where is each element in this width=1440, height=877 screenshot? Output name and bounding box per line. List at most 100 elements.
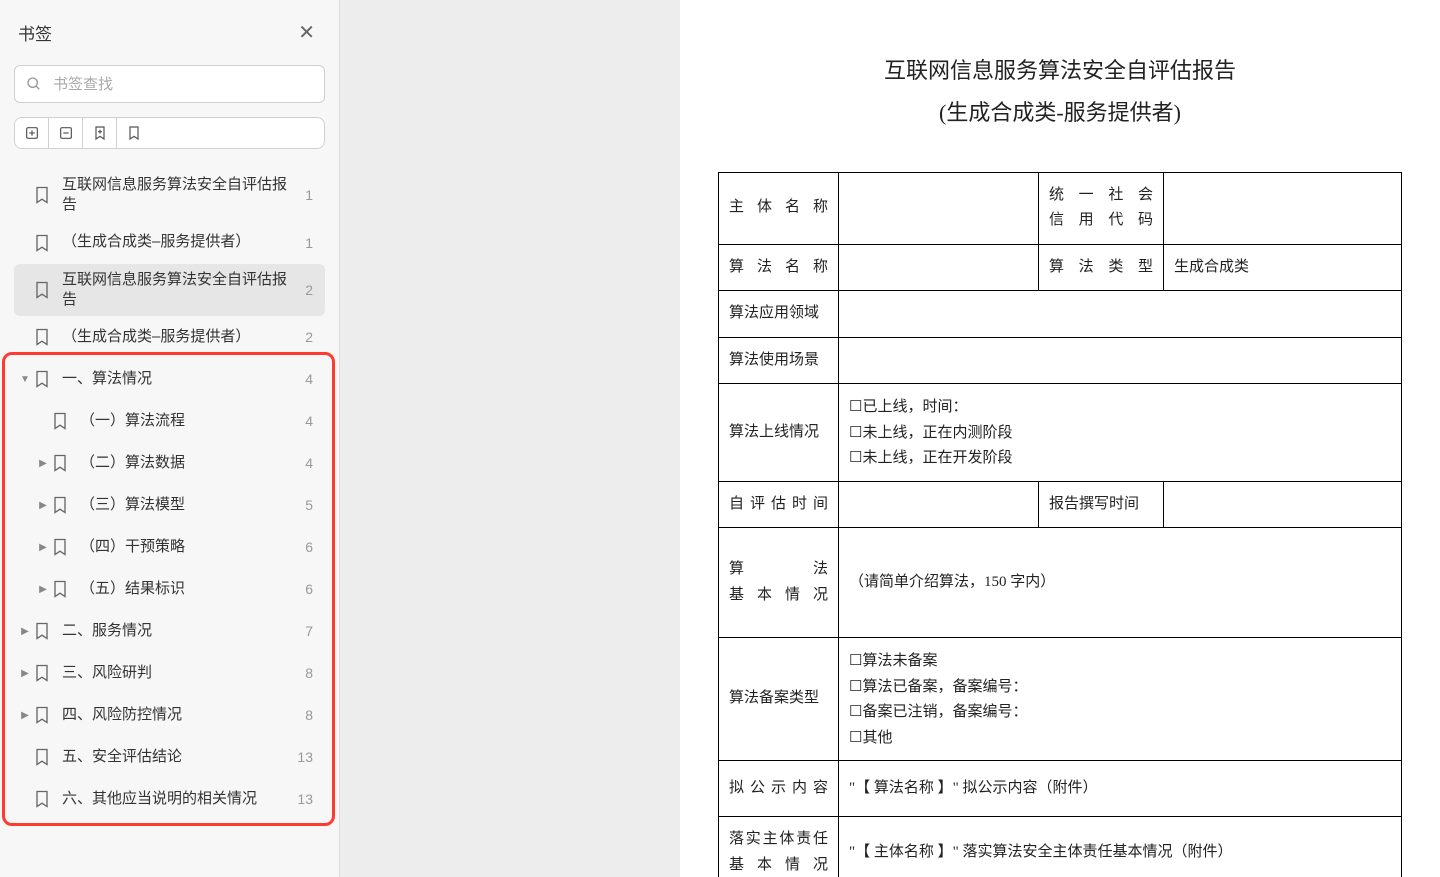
bookmark-item[interactable]: ▶ （二）算法数据4 bbox=[14, 442, 325, 484]
bookmark-icon bbox=[32, 185, 52, 205]
doc-title: 互联网信息服务算法安全自评估报告 (生成合成类-服务提供者) bbox=[718, 50, 1402, 134]
bookmark-page: 6 bbox=[299, 581, 319, 597]
chevron-icon[interactable]: ▶ bbox=[36, 584, 50, 595]
cell-alg-name: 算法名称 bbox=[719, 244, 839, 291]
cell-publish-content-value: "【 算法名称 】" 拟公示内容（附件） bbox=[839, 761, 1402, 817]
bookmark-item[interactable]: （生成合成类–服务提供者）1 bbox=[14, 222, 325, 264]
bookmark-label: （二）算法数据 bbox=[80, 453, 299, 473]
bookmark-label: 五、安全评估结论 bbox=[62, 747, 297, 767]
bookmark-icon bbox=[32, 233, 52, 253]
bookmark-label: （四）干预策略 bbox=[80, 537, 299, 557]
cell-alg-type: 算法类型 bbox=[1039, 244, 1164, 291]
bookmark-page: 4 bbox=[299, 413, 319, 429]
content-gutter bbox=[340, 0, 680, 877]
bookmark-item[interactable]: ▶（三）算法模型5 bbox=[14, 484, 325, 526]
search-input[interactable] bbox=[14, 65, 325, 103]
chevron-icon[interactable]: ▶ bbox=[18, 668, 32, 679]
bookmark-label: （生成合成类–服务提供者） bbox=[62, 327, 299, 347]
bookmark-item[interactable]: ▶ （四）干预策略6 bbox=[14, 526, 325, 568]
cell-online-status: 算法上线情况 bbox=[719, 384, 839, 482]
collapse-all-button[interactable] bbox=[49, 118, 83, 148]
bookmark-label: 六、其他应当说明的相关情况 bbox=[62, 789, 297, 809]
doc-title-line1: 互联网信息服务算法安全自评估报告 bbox=[718, 50, 1402, 92]
bookmark-item[interactable]: （一）算法流程4 bbox=[14, 400, 325, 442]
bookmark-icon bbox=[32, 621, 52, 641]
bookmark-icon bbox=[32, 663, 52, 683]
cell-credit-code: 统一社会 信用代码 bbox=[1039, 172, 1164, 244]
sidebar-title: 书签 bbox=[18, 20, 52, 45]
bookmark-icon bbox=[32, 705, 52, 725]
bookmark-item[interactable]: ▶三、风险研判8 bbox=[14, 652, 325, 694]
bookmark-page: 5 bbox=[299, 497, 319, 513]
bookmark-page: 4 bbox=[299, 371, 319, 387]
chevron-icon[interactable]: ▶ bbox=[36, 500, 50, 511]
cell-entity-name: 主体名称 bbox=[719, 172, 839, 244]
bookmark-label: （生成合成类–服务提供者） bbox=[62, 232, 299, 252]
form-table: 主体名称 统一社会 信用代码 算法名称 算法类型 生成合成类 算法应用领域 算法… bbox=[718, 172, 1402, 877]
document-page: 互联网信息服务算法安全自评估报告 (生成合成类-服务提供者) 主体名称 统一社会… bbox=[680, 0, 1440, 877]
chevron-icon[interactable]: ▶ bbox=[18, 710, 32, 721]
bookmark-label: （五）结果标识 bbox=[80, 579, 299, 599]
bookmark-page: 2 bbox=[299, 329, 319, 345]
bookmark-icon bbox=[50, 537, 70, 557]
cell-report-time-value bbox=[1164, 481, 1402, 528]
cell-filing-type: 算法备案类型 bbox=[719, 638, 839, 761]
bookmark-page: 8 bbox=[299, 707, 319, 723]
bookmark-item[interactable]: ▶ 四、风险防控情况8 bbox=[14, 694, 325, 736]
cell-app-domain: 算法应用领域 bbox=[719, 291, 839, 338]
bookmark-icon bbox=[50, 453, 70, 473]
document-viewer[interactable]: 互联网信息服务算法安全自评估报告 (生成合成类-服务提供者) 主体名称 统一社会… bbox=[680, 0, 1440, 877]
cell-app-domain-value bbox=[839, 291, 1402, 338]
bookmark-page: 4 bbox=[299, 455, 319, 471]
bookmark-action-2-button[interactable] bbox=[117, 118, 151, 148]
cell-alg-name-value bbox=[839, 244, 1039, 291]
bookmark-label: （一）算法流程 bbox=[80, 411, 299, 431]
cell-alg-basic: 算法 基本情况 bbox=[719, 528, 839, 638]
bookmark-page: 6 bbox=[299, 539, 319, 555]
bookmark-item[interactable]: ▶ （五）结果标识6 bbox=[14, 568, 325, 610]
chevron-icon[interactable]: ▼ bbox=[18, 374, 32, 385]
bookmark-item[interactable]: 六、其他应当说明的相关情况13 bbox=[14, 778, 325, 820]
bookmark-list[interactable]: 互联网信息服务算法安全自评估报告1（生成合成类–服务提供者）1互联网信息服务算法… bbox=[14, 169, 325, 877]
bookmark-page: 13 bbox=[297, 791, 319, 807]
bookmark-label: 一、算法情况 bbox=[62, 369, 299, 389]
cell-responsibility: 落实主体责任 基本情况 bbox=[719, 817, 839, 877]
bookmark-icon bbox=[50, 411, 70, 431]
bookmark-page: 1 bbox=[299, 235, 319, 251]
bookmark-icon bbox=[32, 789, 52, 809]
bookmark-item[interactable]: ▶ 二、服务情况7 bbox=[14, 610, 325, 652]
cell-report-time: 报告撰写时间 bbox=[1039, 481, 1164, 528]
bookmark-page: 2 bbox=[299, 282, 319, 298]
bookmark-label: 四、风险防控情况 bbox=[62, 705, 299, 725]
cell-self-eval-time-value bbox=[839, 481, 1039, 528]
bookmark-item[interactable]: 互联网信息服务算法安全自评估报告1 bbox=[14, 169, 325, 222]
close-icon[interactable]: ✕ bbox=[292, 18, 321, 47]
bookmark-icon bbox=[32, 327, 52, 347]
cell-online-status-value: ☐已上线，时间： ☐未上线，正在内测阶段 ☐未上线，正在开发阶段 bbox=[839, 384, 1402, 482]
bookmark-item[interactable]: 互联网信息服务算法安全自评估报告2 bbox=[14, 264, 325, 317]
bookmark-action-1-button[interactable] bbox=[83, 118, 117, 148]
bookmarks-sidebar: 书签 ✕ 互联网信息服务算法安全自评估报告1（生成合成类–服务提供者）1互联网信… bbox=[0, 0, 340, 877]
bookmark-item[interactable]: （生成合成类–服务提供者）2 bbox=[14, 316, 325, 358]
expand-all-button[interactable] bbox=[15, 118, 49, 148]
search-icon bbox=[26, 76, 42, 92]
bookmark-item[interactable]: 五、安全评估结论13 bbox=[14, 736, 325, 778]
cell-self-eval-time: 自评估时间 bbox=[719, 481, 839, 528]
bookmark-icon bbox=[50, 495, 70, 515]
bookmark-icon bbox=[32, 747, 52, 767]
sidebar-header: 书签 ✕ bbox=[14, 18, 325, 47]
chevron-icon[interactable]: ▶ bbox=[36, 458, 50, 469]
bookmark-page: 1 bbox=[299, 187, 319, 203]
chevron-icon[interactable]: ▶ bbox=[18, 626, 32, 637]
bookmark-icon bbox=[32, 280, 52, 300]
chevron-icon[interactable]: ▶ bbox=[36, 542, 50, 553]
bookmark-label: 二、服务情况 bbox=[62, 621, 299, 641]
doc-title-line2: (生成合成类-服务提供者) bbox=[718, 92, 1402, 134]
bookmark-icon bbox=[50, 579, 70, 599]
bookmark-label: 互联网信息服务算法安全自评估报告 bbox=[62, 175, 299, 216]
bookmark-page: 7 bbox=[299, 623, 319, 639]
bookmark-item[interactable]: ▼ 一、算法情况4 bbox=[14, 358, 325, 400]
bookmark-label: 三、风险研判 bbox=[62, 663, 299, 683]
cell-filing-type-value: ☐算法未备案 ☐算法已备案，备案编号： ☐备案已注销，备案编号： ☐其他 bbox=[839, 638, 1402, 761]
search-box bbox=[14, 65, 325, 103]
